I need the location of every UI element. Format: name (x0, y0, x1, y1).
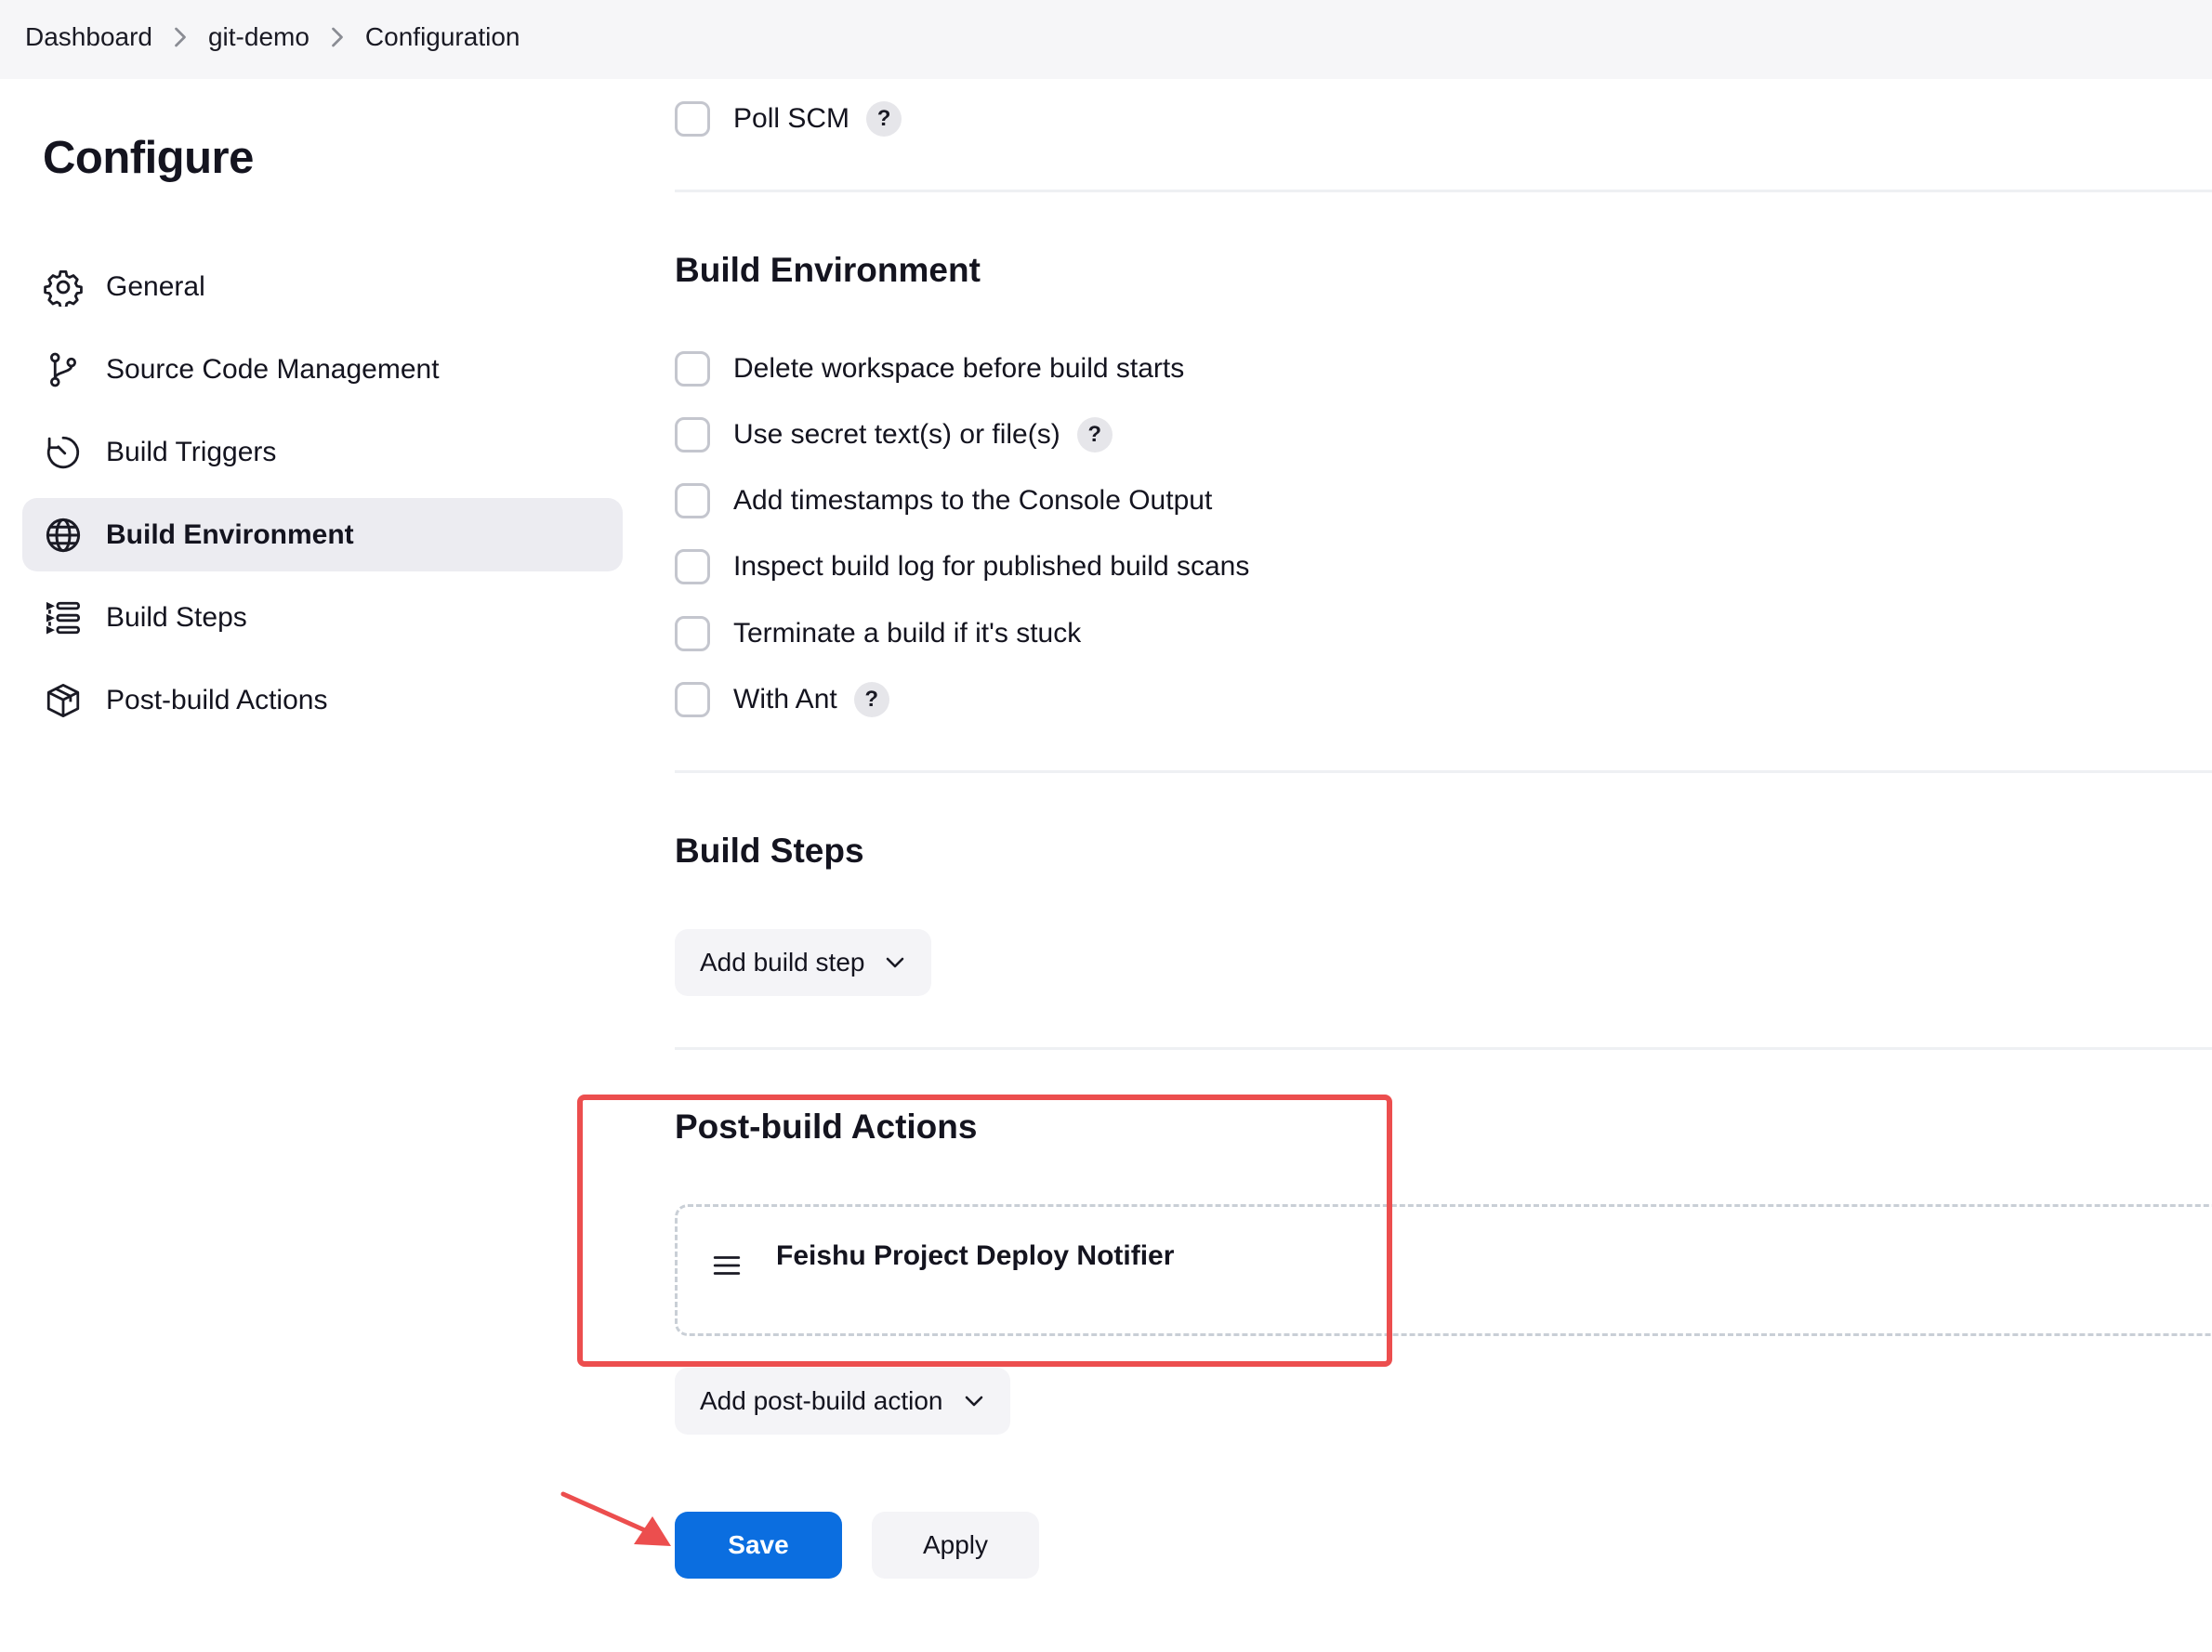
sidebar-item-label: Source Code Management (106, 353, 440, 385)
notifier-title: Feishu Project Deploy Notifier (776, 1240, 1175, 1271)
option-timestamps: Add timestamps to the Console Output (675, 479, 1212, 522)
drag-handle-icon[interactable] (711, 1250, 743, 1287)
option-label: Add timestamps to the Console Output (733, 485, 1213, 516)
terminate-stuck-checkbox[interactable] (675, 616, 710, 651)
branch-icon (43, 349, 84, 390)
main-content: Poll SCM ? Build Environment Delete work… (675, 0, 2212, 1652)
add-post-build-action-button[interactable]: Add post-build action (675, 1368, 1010, 1435)
gear-icon (43, 267, 84, 308)
sidebar-nav: General Source Code Management Build Tri… (22, 250, 623, 746)
section-title-build-environment: Build Environment (675, 251, 981, 289)
sidebar-item-build-environment[interactable]: Build Environment (22, 498, 623, 571)
button-label: Add build step (700, 948, 865, 977)
inspect-build-log-checkbox[interactable] (675, 549, 710, 584)
with-ant-checkbox[interactable] (675, 682, 710, 717)
secret-text-checkbox[interactable] (675, 417, 710, 452)
poll-scm-checkbox[interactable] (675, 101, 710, 137)
package-icon (43, 680, 84, 721)
save-button[interactable]: Save (675, 1512, 842, 1579)
sidebar-item-build-steps[interactable]: Build Steps (22, 581, 623, 654)
sidebar-item-label: Build Triggers (106, 436, 277, 467)
timestamps-checkbox[interactable] (675, 483, 710, 518)
help-icon[interactable]: ? (853, 682, 889, 717)
breadcrumb: Dashboard git-demo Configuration (25, 0, 520, 74)
chevron-right-icon (309, 26, 365, 48)
delete-workspace-checkbox[interactable] (675, 351, 710, 387)
apply-button[interactable]: Apply (872, 1512, 1039, 1579)
annotation-arrow-icon (560, 1491, 671, 1546)
option-label: Inspect build log for published build sc… (733, 551, 1250, 582)
option-inspect-build-log: Inspect build log for published build sc… (675, 545, 1249, 588)
help-icon[interactable]: ? (866, 101, 902, 137)
option-label: With Ant (733, 684, 837, 715)
chevron-down-icon (965, 1396, 982, 1407)
add-build-step-button[interactable]: Add build step (675, 929, 932, 996)
breadcrumb-configuration[interactable]: Configuration (365, 22, 520, 52)
option-with-ant: With Ant ? (675, 678, 889, 721)
section-title-post-build-actions: Post-build Actions (675, 1108, 978, 1146)
chevron-down-icon (887, 957, 904, 968)
sidebar-item-label: Build Environment (106, 518, 354, 550)
sidebar-item-label: Post-build Actions (106, 684, 328, 715)
globe-icon (43, 515, 84, 556)
option-label: Poll SCM (733, 103, 850, 134)
option-delete-workspace: Delete workspace before build starts (675, 347, 1184, 390)
sidebar-item-source-code-management[interactable]: Source Code Management (22, 333, 623, 406)
section-divider (675, 190, 2212, 192)
page-title: Configure (43, 133, 254, 183)
option-label: Use secret text(s) or file(s) (733, 419, 1060, 450)
chevron-right-icon (152, 26, 208, 48)
section-divider (675, 770, 2212, 773)
sidebar-item-build-triggers[interactable]: Build Triggers (22, 415, 623, 489)
breadcrumb-git-demo[interactable]: git-demo (208, 22, 309, 52)
option-terminate-stuck: Terminate a build if it's stuck (675, 612, 1081, 655)
help-icon[interactable]: ? (1076, 417, 1113, 452)
sidebar-item-label: Build Steps (106, 601, 247, 633)
option-label: Terminate a build if it's stuck (733, 618, 1082, 649)
list-icon (43, 597, 84, 638)
option-poll-scm: Poll SCM ? (675, 98, 902, 140)
sidebar-item-label: General (106, 270, 205, 302)
option-label: Delete workspace before build starts (733, 353, 1185, 384)
clock-icon (43, 432, 84, 473)
sidebar-item-general[interactable]: General (22, 250, 623, 323)
post-build-action-card: Feishu Project Deploy Notifier (675, 1204, 2212, 1336)
sidebar-item-post-build-actions[interactable]: Post-build Actions (22, 663, 623, 737)
breadcrumb-dashboard[interactable]: Dashboard (25, 22, 152, 52)
section-divider (675, 1047, 2212, 1050)
section-title-build-steps: Build Steps (675, 832, 864, 870)
button-label: Add post-build action (700, 1386, 943, 1415)
option-secret-text: Use secret text(s) or file(s) ? (675, 413, 1113, 456)
